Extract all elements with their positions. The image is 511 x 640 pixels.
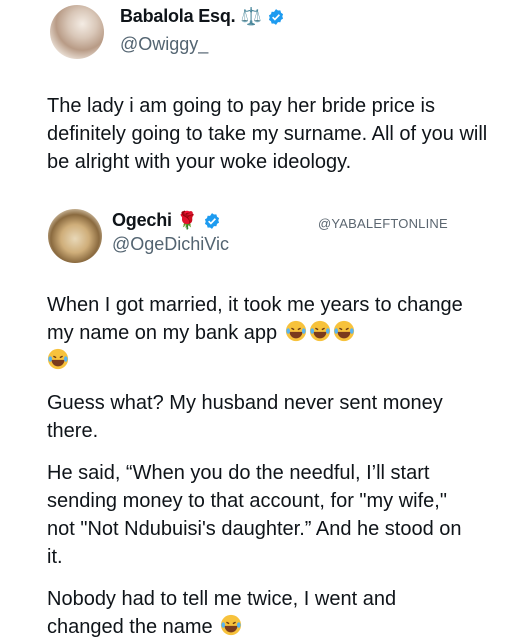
avatar[interactable] [50,5,104,59]
display-name[interactable]: Ogechi [112,210,172,231]
laughing-emoji-icon [221,614,242,636]
rose-emoji-icon: 🌹 [176,211,198,230]
tweet-paragraph: He said, “When you do the needful, I’ll … [47,462,462,568]
laughing-emoji-icon [309,320,330,342]
name-row: Babalola Esq. ⚖️ [120,6,285,27]
tweet-paragraph: Guess what? My husband never sent money … [47,392,443,442]
name-row: Ogechi 🌹 [112,210,221,231]
scales-emoji-icon: ⚖️ [240,7,262,26]
laughing-emoji-icon [333,320,354,342]
tweet-paragraph: Nobody had to tell me twice, I went and … [47,585,477,640]
handle[interactable]: @OgeDichiVic [112,234,229,255]
watermark: @YABALEFTONLINE [318,216,448,231]
paragraph-text: When I got married, it took me years to … [47,294,463,344]
verified-badge-icon [267,8,285,26]
display-name[interactable]: Babalola Esq. [120,6,236,27]
verified-badge-icon [203,212,221,230]
avatar[interactable] [48,209,102,263]
handle[interactable]: @Owiggy_ [120,34,208,55]
tweet-paragraph: When I got married, it took me years to … [47,291,477,375]
tweet-text: The lady i am going to pay her bride pri… [47,95,488,173]
laughing-emoji-icon [285,320,306,342]
laughing-emoji-icon [47,348,69,370]
